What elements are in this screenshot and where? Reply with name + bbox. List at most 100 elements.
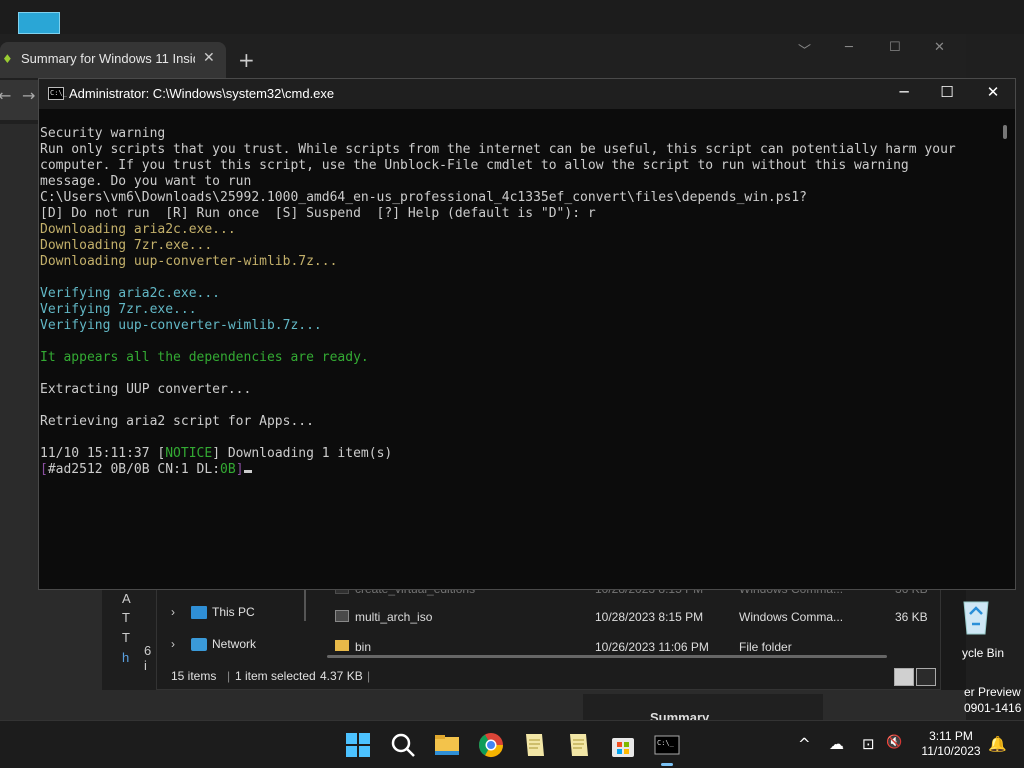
network-icon[interactable]: ⊡ [862,735,875,753]
recycle-bin-label: ycle Bin [962,646,1005,660]
text-cursor [243,470,252,473]
partial-window: A T T h 6 i [102,588,156,690]
console-line: [D] Do not run [R] Run once [S] Suspend … [40,206,596,221]
nav-item-label: Network [212,637,257,651]
file-type: Windows Comma... [739,610,844,624]
file-row[interactable]: bin 10/26/2023 11:06 PM File folder [327,637,937,651]
browser-tab[interactable]: ♦ Summary for Windows 11 Insider ✕ [0,42,226,78]
console-output[interactable]: Security warning Run only scripts that yo… [40,126,1000,478]
watermark-line: 0901-1416 [964,701,1022,715]
store-icon[interactable] [609,731,637,759]
console-line: Downloading 7zr.exe... [40,238,213,253]
nav-item-label: This PC [212,605,255,619]
file-date: 10/28/2023 8:15 PM [595,610,704,624]
close-window-button[interactable]: ✕ [970,83,1016,105]
clock-date: 11/10/2023 [921,744,981,758]
notepad-icon[interactable] [565,731,593,759]
status-divider: | [227,669,231,683]
minimize-button[interactable]: ─ [881,83,927,105]
file-explorer-icon[interactable] [433,731,461,759]
cmd-window-title: Administrator: C:\Windows\system32\cmd.e… [69,86,335,101]
start-icon[interactable] [344,731,372,759]
fragment-text: 6 i [144,643,152,673]
system-clock[interactable]: 3:11 PM 11/10/2023 [916,729,986,759]
file-name: bin [355,640,372,651]
maximize-button[interactable]: ☐ [924,83,970,105]
taskbar: C:\_ ^ ☁ ⊡ 🔇 3:11 PM 11/10/2023 🔔 [0,720,1024,768]
active-app-indicator [661,763,673,766]
console-line: Downloading uup-converter-wimlib.7z... [40,254,338,269]
horizontal-scrollbar[interactable] [327,655,887,658]
close-tab-icon[interactable]: ✕ [203,50,215,66]
console-line: It appears all the dependencies are read… [40,350,369,365]
details-view-button[interactable] [894,668,914,686]
desktop-background [0,0,1024,34]
chevron-right-icon[interactable]: › [171,637,175,651]
terminal-icon[interactable]: C:\_ [653,731,681,759]
chevron-right-icon[interactable]: › [171,605,175,619]
file-explorer-window: › This PC › Network create_virtual_editi… [156,582,941,690]
minimize-button[interactable]: ─ [845,40,853,55]
console-line: Verifying 7zr.exe... [40,302,197,317]
windows-watermark: er Preview 0901-1416 [964,684,1021,716]
fragment-text: T [122,630,130,645]
console-line: computer. If you trust this script, use … [40,158,909,173]
computer-icon [191,606,207,619]
navigation-pane: › This PC › Network [157,589,307,663]
console-line: Run only scripts that you trust. While s… [40,142,956,157]
vertical-scrollbar[interactable] [1003,125,1007,139]
search-icon[interactable] [389,731,417,759]
notice-suffix: ] Downloading 1 item(s) [212,446,393,461]
desktop-shortcut-icon[interactable] [18,12,60,34]
progress-mid: 0B/0B CN:1 DL: [102,462,221,477]
cmd-app-icon[interactable]: C:\_ [48,87,67,100]
script-file-icon [335,610,349,622]
file-date: 10/26/2023 11:06 PM [595,640,709,651]
fragment-text: T [122,610,130,625]
chrome-icon[interactable] [477,731,505,759]
notice-tag: NOTICE [165,446,213,461]
cmd-title-bar[interactable]: C:\_ Administrator: C:\Windows\system32\… [39,79,1015,109]
fragment-text: A [122,591,131,606]
pane-divider[interactable] [304,589,306,621]
fragment-link[interactable]: h [122,650,129,665]
new-tab-button[interactable]: + [238,48,255,72]
recycle-bin-icon[interactable] [958,596,994,636]
file-type: File folder [739,640,792,651]
console-line: Verifying aria2c.exe... [40,286,221,301]
volume-icon[interactable]: 🔇 [886,735,902,750]
console-line: Extracting UUP converter... [40,382,252,397]
cmd-window: C:\_ Administrator: C:\Windows\system32\… [38,78,1016,590]
close-window-button[interactable]: ✕ [934,40,945,55]
maximize-button[interactable]: ☐ [889,40,901,55]
notification-bell-icon[interactable]: 🔔 [988,735,1007,753]
console-line: Security warning [40,126,166,141]
favicon-icon: ♦ [2,52,13,66]
file-size: 36 KB [895,610,928,624]
selection-count: 1 item selected [235,669,316,683]
console-line: Downloading aria2c.exe... [40,222,236,237]
file-row[interactable]: multi_arch_iso 10/28/2023 8:15 PM Window… [327,607,937,629]
console-line-progress: [#ad2512 0B/0B CN:1 DL:0B] [40,462,1000,478]
console-line: Retrieving aria2 script for Apps... [40,414,314,429]
forward-arrow-icon[interactable]: → [22,86,35,105]
clock-time: 3:11 PM [929,729,973,743]
onedrive-icon[interactable]: ☁ [829,735,844,753]
back-arrow-icon[interactable]: ← [0,86,11,105]
show-hidden-icons-icon[interactable]: ^ [798,735,811,753]
notice-prefix: 11/10 15:11:37 [ [40,446,166,461]
watermark-line: er Preview [964,685,1021,699]
file-name: multi_arch_iso [355,610,433,624]
status-divider: | [367,669,371,683]
progress-close: ] [235,462,244,477]
selection-size: 4.37 KB [320,669,363,683]
folder-icon [335,640,349,651]
notepad-icon[interactable] [521,731,549,759]
console-line: message. Do you want to run [40,174,252,189]
tab-search-icon[interactable]: ﹀ [798,40,811,59]
console-line: C:\Users\vm6\Downloads\25992.1000_amd64_… [40,190,808,205]
tiles-view-button[interactable] [916,668,936,686]
